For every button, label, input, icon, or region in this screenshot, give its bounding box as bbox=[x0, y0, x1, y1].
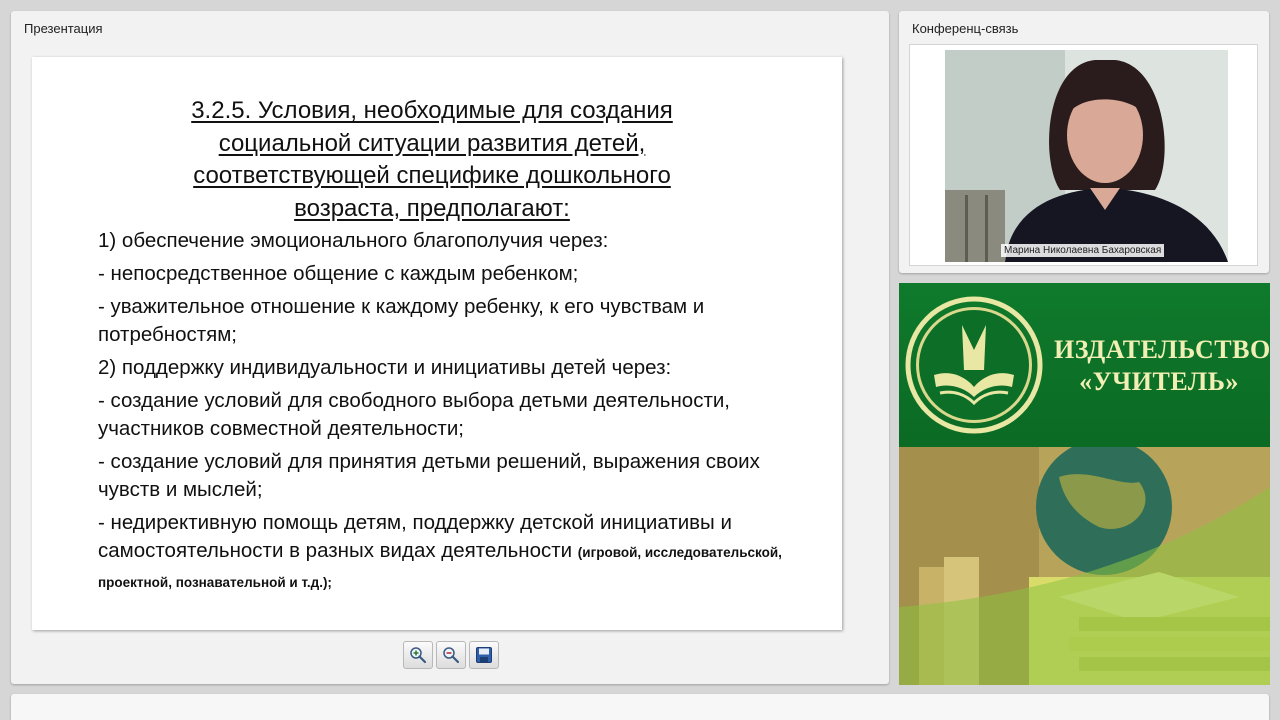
participant-figure bbox=[945, 50, 1228, 262]
zoom-in-button[interactable] bbox=[403, 641, 433, 669]
video-frame: Марина Николаевна Бахаровская bbox=[909, 44, 1258, 266]
banner-title-line1: ИЗДАТЕЛЬСТВО bbox=[1054, 335, 1270, 364]
publisher-logo-icon bbox=[905, 296, 1043, 434]
publisher-banner: ИЗДАТЕЛЬСТВО «УЧИТЕЛЬ» bbox=[899, 283, 1270, 685]
slide-list-item: - недирективную помощь детям, поддержку … bbox=[98, 509, 798, 597]
conference-panel: Конференц-связь Марина Николаевна Бахаро… bbox=[899, 11, 1269, 273]
save-icon bbox=[476, 647, 492, 663]
slide-body: 1) обеспечение эмоционального благополуч… bbox=[98, 227, 798, 602]
slide-list-item: 2) поддержку индивидуальности и инициати… bbox=[98, 356, 672, 379]
slide-heading-line: возраста, предполагают: bbox=[294, 194, 570, 222]
conference-title: Конференц-связь bbox=[912, 21, 1019, 36]
slide-toolbar bbox=[403, 641, 499, 671]
slide-list-item: - создание условий для свободного выбора… bbox=[98, 389, 730, 440]
bottom-bar bbox=[11, 694, 1269, 720]
presentation-panel: Презентация 3.2.5. Условия, необходимые … bbox=[11, 11, 889, 684]
slide-list-item: - непосредственное общение с каждым ребе… bbox=[98, 262, 579, 285]
participant-video[interactable]: Марина Николаевна Бахаровская bbox=[945, 50, 1228, 262]
slide-list-item: - уважительное отношение к каждому ребен… bbox=[98, 295, 705, 346]
zoom-out-icon bbox=[443, 647, 460, 664]
presentation-title: Презентация bbox=[24, 21, 103, 36]
books-globe-illustration bbox=[899, 447, 1270, 685]
banner-image bbox=[899, 447, 1270, 685]
presentation-slide: 3.2.5. Условия, необходимые для создания… bbox=[32, 57, 842, 630]
slide-list-item: 1) обеспечение эмоционального благополуч… bbox=[98, 229, 609, 252]
zoom-out-button[interactable] bbox=[436, 641, 466, 669]
banner-title-line2: «УЧИТЕЛЬ» bbox=[1079, 367, 1239, 396]
slide-heading-line: социальной ситуации развития детей, bbox=[218, 129, 646, 157]
app-root: Презентация 3.2.5. Условия, необходимые … bbox=[0, 0, 1280, 720]
zoom-in-icon bbox=[410, 647, 427, 664]
slide-heading: 3.2.5. Условия, необходимые для создания… bbox=[32, 95, 832, 225]
banner-header: ИЗДАТЕЛЬСТВО «УЧИТЕЛЬ» bbox=[899, 283, 1270, 447]
slide-heading-line: соответствующей специфике дошкольного bbox=[193, 162, 671, 189]
participant-name-tag: Марина Николаевна Бахаровская bbox=[1001, 244, 1165, 257]
slide-list-item: - создание условий для принятия детьми р… bbox=[98, 450, 760, 501]
save-button[interactable] bbox=[469, 641, 499, 669]
slide-heading-line: 3.2.5. Условия, необходимые для создания bbox=[191, 97, 673, 124]
